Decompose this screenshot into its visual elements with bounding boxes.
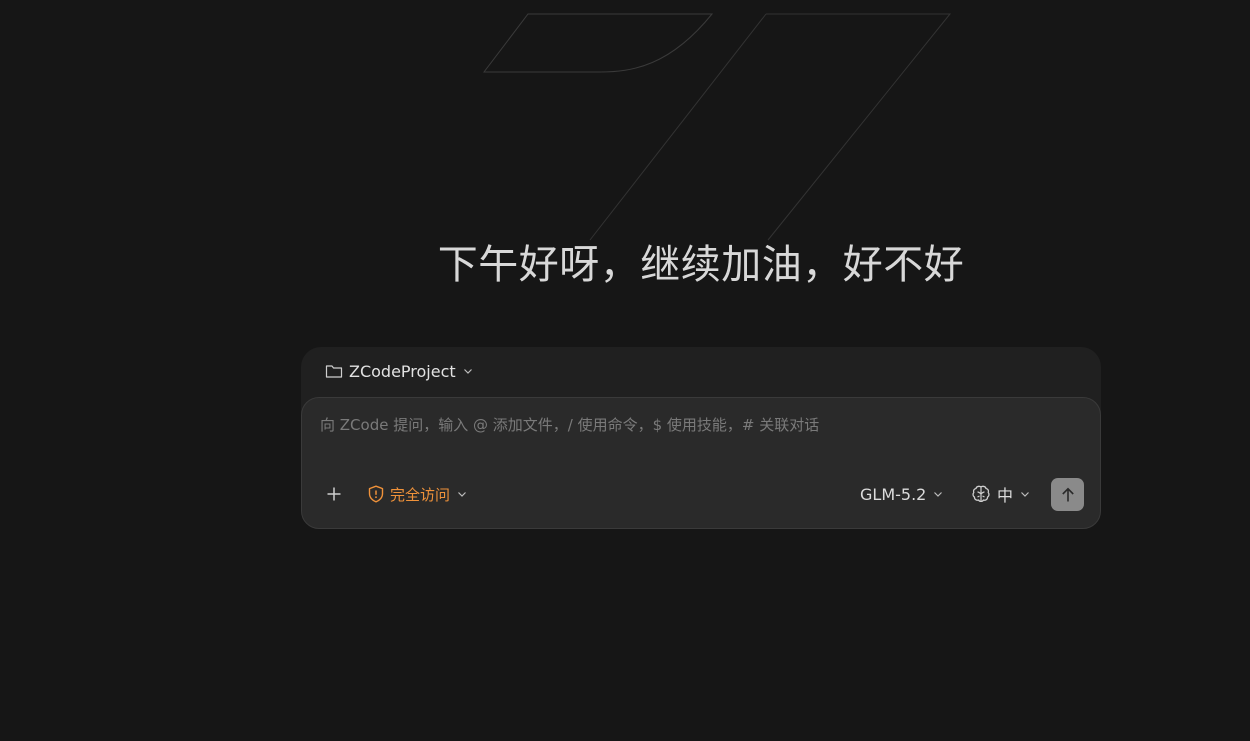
send-button[interactable] — [1051, 478, 1084, 511]
add-attachment-button[interactable] — [320, 480, 348, 508]
project-selector[interactable]: ZCodeProject — [325, 359, 474, 383]
model-selector[interactable]: GLM-5.2 — [860, 482, 944, 506]
chevron-down-icon — [1019, 488, 1031, 500]
plus-icon — [326, 486, 342, 502]
chevron-down-icon — [932, 488, 944, 500]
chevron-down-icon — [456, 488, 468, 500]
thinking-level-selector[interactable]: 中 — [971, 482, 1031, 506]
composer-panel: ZCodeProject 向 ZCode 提问，输入 @ 添加文件，/ 使用命令… — [301, 347, 1101, 529]
chevron-down-icon — [462, 365, 474, 377]
shield-alert-icon — [368, 485, 384, 503]
prompt-input[interactable] — [318, 412, 1082, 438]
project-name: ZCodeProject — [349, 361, 456, 381]
folder-icon — [325, 363, 343, 379]
composer-toolbar: 完全访问 GLM-5.2 中 — [302, 478, 1100, 514]
model-label: GLM-5.2 — [860, 484, 927, 504]
greeting-title: 下午好呀，继续加油，好不好 — [437, 242, 965, 288]
access-mode-selector[interactable]: 完全访问 — [368, 482, 468, 506]
brain-icon — [971, 484, 991, 504]
logo-outline-icon — [482, 13, 952, 241]
prompt-box: 完全访问 GLM-5.2 — [301, 397, 1101, 529]
app-window: 下午好呀，继续加油，好不好 ZCodeProject 向 ZCode 提问，输入… — [0, 0, 1250, 741]
thinking-level-label: 中 — [997, 486, 1014, 505]
access-mode-label: 完全访问 — [390, 485, 451, 504]
arrow-up-icon — [1061, 487, 1075, 503]
